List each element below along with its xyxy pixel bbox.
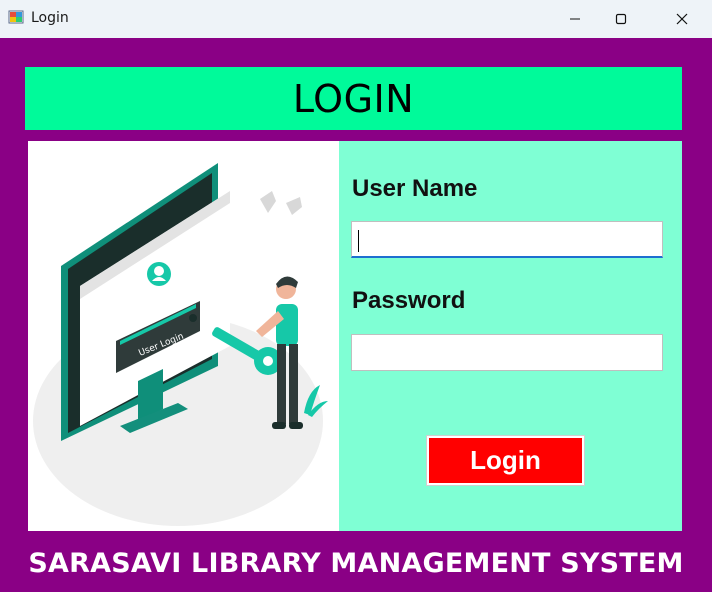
illustration-panel: User Login xyxy=(28,141,339,531)
close-icon xyxy=(676,13,688,25)
app-icon[interactable] xyxy=(8,9,24,25)
maximize-icon xyxy=(615,13,627,25)
minimize-button[interactable] xyxy=(552,0,598,38)
close-button[interactable] xyxy=(659,0,705,38)
password-label: Password xyxy=(352,287,466,314)
user-login-illustration: User Login xyxy=(33,163,328,526)
login-form-panel: User Name Password Login xyxy=(339,141,682,531)
window-title: Login xyxy=(31,10,69,26)
username-label: User Name xyxy=(352,175,478,202)
login-form-window: LOGIN User Login User Name Password Logi… xyxy=(0,38,712,592)
minimize-icon xyxy=(570,18,580,20)
maximize-button[interactable] xyxy=(598,0,644,38)
login-button[interactable]: Login xyxy=(427,436,584,485)
header-band: LOGIN xyxy=(25,67,682,130)
page-title: LOGIN xyxy=(292,76,415,121)
text-caret xyxy=(358,230,359,252)
footer-title: SARASAVI LIBRARY MANAGEMENT SYSTEM xyxy=(28,548,684,579)
password-input[interactable] xyxy=(351,334,663,371)
title-bar[interactable]: Login xyxy=(0,0,712,38)
username-input[interactable] xyxy=(351,221,663,258)
